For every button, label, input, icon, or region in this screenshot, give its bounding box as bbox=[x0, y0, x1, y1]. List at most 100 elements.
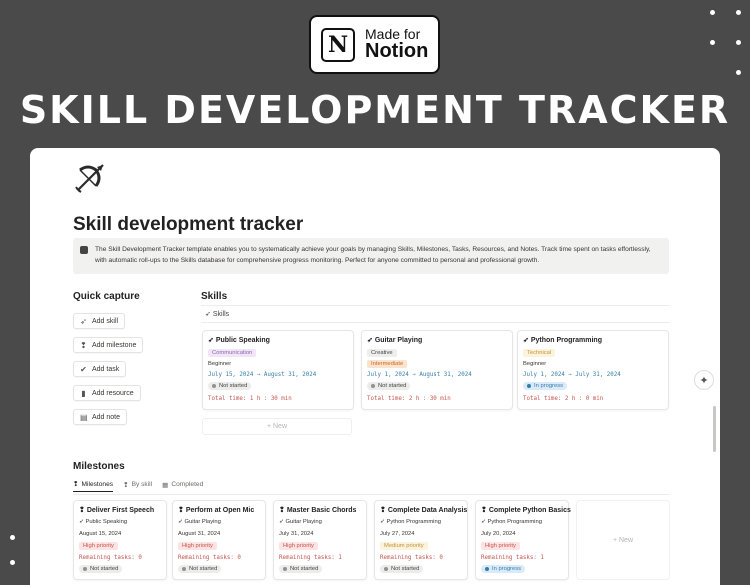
quick-capture-button[interactable]: ✔ Add task bbox=[73, 361, 127, 377]
quick-capture-label: Add resource bbox=[92, 389, 134, 397]
scrollbar[interactable] bbox=[713, 406, 716, 452]
remaining-tasks: Remaining tasks: 1 bbox=[279, 555, 342, 561]
due-date: July 27, 2024 bbox=[380, 531, 415, 537]
card-title-text: Guitar Playing bbox=[374, 337, 423, 344]
tab-milestones[interactable]: ❢ Milestones bbox=[73, 480, 114, 492]
due-date: August 31, 2024 bbox=[178, 531, 221, 537]
status-label: In progress bbox=[534, 383, 563, 389]
level-row: Intermediate bbox=[367, 360, 408, 368]
skill-card[interactable]: ➶ Python Programming Technical Beginner Jul… bbox=[517, 330, 669, 410]
dot-icon bbox=[736, 10, 741, 15]
status-row: Not started bbox=[279, 565, 323, 573]
skill-link: Python Programming bbox=[386, 519, 441, 525]
quick-capture-button[interactable]: ➶ Add skill bbox=[73, 313, 126, 329]
made-for-notion-badge: N Made for Notion bbox=[309, 15, 440, 74]
remaining-tasks: Remaining tasks: 1 bbox=[481, 555, 544, 561]
pin-icon: ❢ bbox=[279, 507, 287, 514]
skill-row: ➶ Guitar Playing bbox=[279, 519, 322, 525]
pin-icon: ❢ bbox=[79, 507, 87, 514]
skill-row: ➶ Public Speaking bbox=[79, 519, 127, 525]
status-row: In progress bbox=[523, 382, 567, 390]
status-label: Not started bbox=[290, 566, 319, 572]
status-label: In progress bbox=[492, 566, 521, 572]
category-tag: Technical bbox=[523, 349, 556, 357]
skill-link: Guitar Playing bbox=[184, 519, 221, 525]
remaining-tasks: Remaining tasks: 0 bbox=[178, 555, 241, 561]
card-title-text: Master Basic Chords bbox=[286, 507, 357, 514]
quick-capture-button[interactable]: ▮ Add resource bbox=[73, 385, 141, 401]
milestone-card[interactable]: ❢ Complete Python Basics ➶ Python Program… bbox=[475, 500, 571, 580]
priority-row: Medium priority bbox=[380, 542, 428, 550]
badge-line-2: Notion bbox=[365, 40, 429, 63]
dot-icon bbox=[710, 40, 715, 45]
status-label: Not started bbox=[189, 566, 218, 572]
due-date: July 31, 2024 bbox=[279, 531, 314, 537]
quick-capture-label: Add note bbox=[92, 413, 121, 421]
skill-row: ➶ Guitar Playing bbox=[178, 519, 221, 525]
status-row: Not started bbox=[208, 382, 252, 390]
status-badge: In progress bbox=[523, 382, 567, 390]
total-time: Total time: 1 h : 30 min bbox=[208, 396, 292, 402]
pin-icon: ❢ bbox=[178, 507, 186, 514]
quick-capture-label: Add milestone bbox=[92, 341, 137, 349]
status-badge: Not started bbox=[208, 382, 252, 390]
tab-completed[interactable]: ▦ Completed bbox=[162, 480, 203, 492]
new-milestone-button[interactable]: + New bbox=[576, 500, 670, 580]
level-row: Beginner bbox=[208, 360, 235, 368]
status-row: Not started bbox=[367, 382, 411, 390]
callout-text: The Skill Development Tracker template e… bbox=[95, 246, 651, 264]
notion-logo-icon: N bbox=[321, 27, 355, 62]
status-row: Not started bbox=[79, 565, 123, 573]
quick-capture-button[interactable]: ▤ Add note bbox=[73, 409, 128, 425]
callout-icon bbox=[80, 246, 88, 254]
milestone-card[interactable]: ❢ Master Basic Chords ➶ Guitar Playing Jul… bbox=[273, 500, 367, 580]
status-dot-icon bbox=[212, 384, 216, 388]
skill-card[interactable]: ➶ Guitar Playing Creative Intermediate July… bbox=[361, 330, 513, 410]
table-icon: ▦ bbox=[162, 481, 169, 489]
category-tag: Communication bbox=[208, 349, 257, 357]
pin-icon: ❢ bbox=[380, 507, 388, 514]
dot-icon bbox=[736, 70, 741, 75]
status-badge: In progress bbox=[481, 565, 525, 573]
card-title: ❢ Deliver First Speech bbox=[79, 506, 154, 514]
category-row: Creative bbox=[367, 349, 397, 357]
tab-by-skill[interactable]: ❢ By skill bbox=[123, 480, 152, 492]
status-badge: Not started bbox=[279, 565, 323, 573]
status-dot-icon bbox=[384, 567, 388, 571]
card-title: ➶ Public Speaking bbox=[208, 336, 270, 344]
card-title-text: Perform at Open Mic bbox=[185, 507, 255, 514]
dot-icon bbox=[10, 560, 15, 565]
status-badge: Not started bbox=[178, 565, 222, 573]
ai-sparkle-button[interactable]: ✦ bbox=[694, 370, 714, 390]
milestone-card[interactable]: ❢ Deliver First Speech ➶ Public Speaking A… bbox=[73, 500, 167, 580]
card-title: ❢ Perform at Open Mic bbox=[178, 506, 254, 514]
dot-icon bbox=[736, 40, 741, 45]
bookmark-icon: ▮ bbox=[81, 388, 86, 398]
card-title-text: Deliver First Speech bbox=[86, 507, 155, 514]
hero-title: SKILL DEVELOPMENT TRACKER bbox=[19, 88, 731, 132]
level-row: Beginner bbox=[523, 360, 550, 368]
milestone-card[interactable]: ❢ Perform at Open Mic ➶ Guitar Playing Aug… bbox=[172, 500, 266, 580]
skill-row: ➶ Python Programming bbox=[380, 519, 441, 525]
milestone-card[interactable]: ❢ Complete Data Analysis ➶ Python Program… bbox=[374, 500, 468, 580]
status-row: In progress bbox=[481, 565, 525, 573]
skill-card[interactable]: ➶ Public Speaking Communication Beginner Ju… bbox=[202, 330, 354, 410]
new-skill-button[interactable]: + New bbox=[202, 418, 352, 435]
bow-icon: ➶ bbox=[367, 337, 375, 344]
priority-tag: High priority bbox=[481, 542, 520, 550]
date-row: August 15, 2024 bbox=[79, 531, 121, 537]
skills-view-tab[interactable]: ➶ Skills bbox=[205, 310, 229, 318]
category-tag: Creative bbox=[367, 349, 397, 357]
quick-capture-button[interactable]: ❢ Add milestone bbox=[73, 337, 144, 353]
status-dot-icon bbox=[485, 567, 489, 571]
quick-capture-label: Add skill bbox=[92, 317, 119, 325]
note-icon: ▤ bbox=[80, 412, 88, 422]
card-title: ❢ Complete Python Basics bbox=[481, 506, 571, 514]
priority-tag: Medium priority bbox=[380, 542, 428, 550]
card-title-text: Complete Data Analysis bbox=[387, 507, 468, 514]
date-range: July 15, 2024 → August 31, 2024 bbox=[208, 372, 317, 378]
priority-tag: High priority bbox=[79, 542, 118, 550]
status-badge: Not started bbox=[380, 565, 424, 573]
quick-capture-label: Add task bbox=[92, 365, 120, 373]
card-title-text: Public Speaking bbox=[215, 337, 270, 344]
